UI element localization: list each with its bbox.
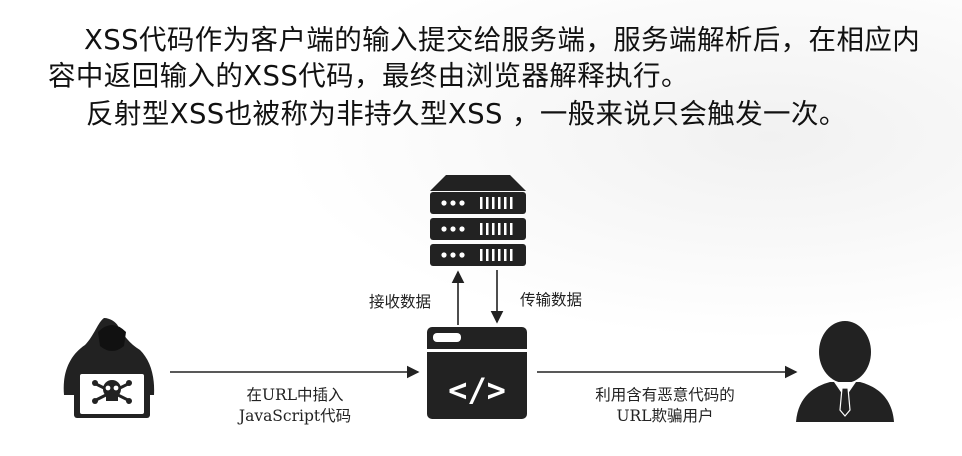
xss-flow-diagram: </> bbox=[63, 175, 894, 422]
attacker-action-label: 在URL中插入 JavaScript代码 bbox=[205, 385, 385, 427]
code-window-icon: </> bbox=[427, 327, 527, 419]
receive-data-label: 接收数据 bbox=[368, 293, 431, 311]
user-icon bbox=[796, 321, 894, 422]
server-icon bbox=[430, 175, 526, 266]
attacker-label-line1: 在URL中插入 bbox=[246, 386, 344, 404]
hacker-icon bbox=[63, 318, 155, 418]
victim-label-line2: URL欺骗用户 bbox=[616, 407, 714, 425]
transmit-data-label: 传输数据 bbox=[519, 291, 582, 309]
code-symbol: </> bbox=[448, 371, 506, 409]
victim-action-label: 利用含有恶意代码的 URL欺骗用户 bbox=[565, 385, 765, 427]
attacker-label-line2: JavaScript代码 bbox=[238, 407, 352, 425]
victim-label-line1: 利用含有恶意代码的 bbox=[595, 386, 735, 404]
